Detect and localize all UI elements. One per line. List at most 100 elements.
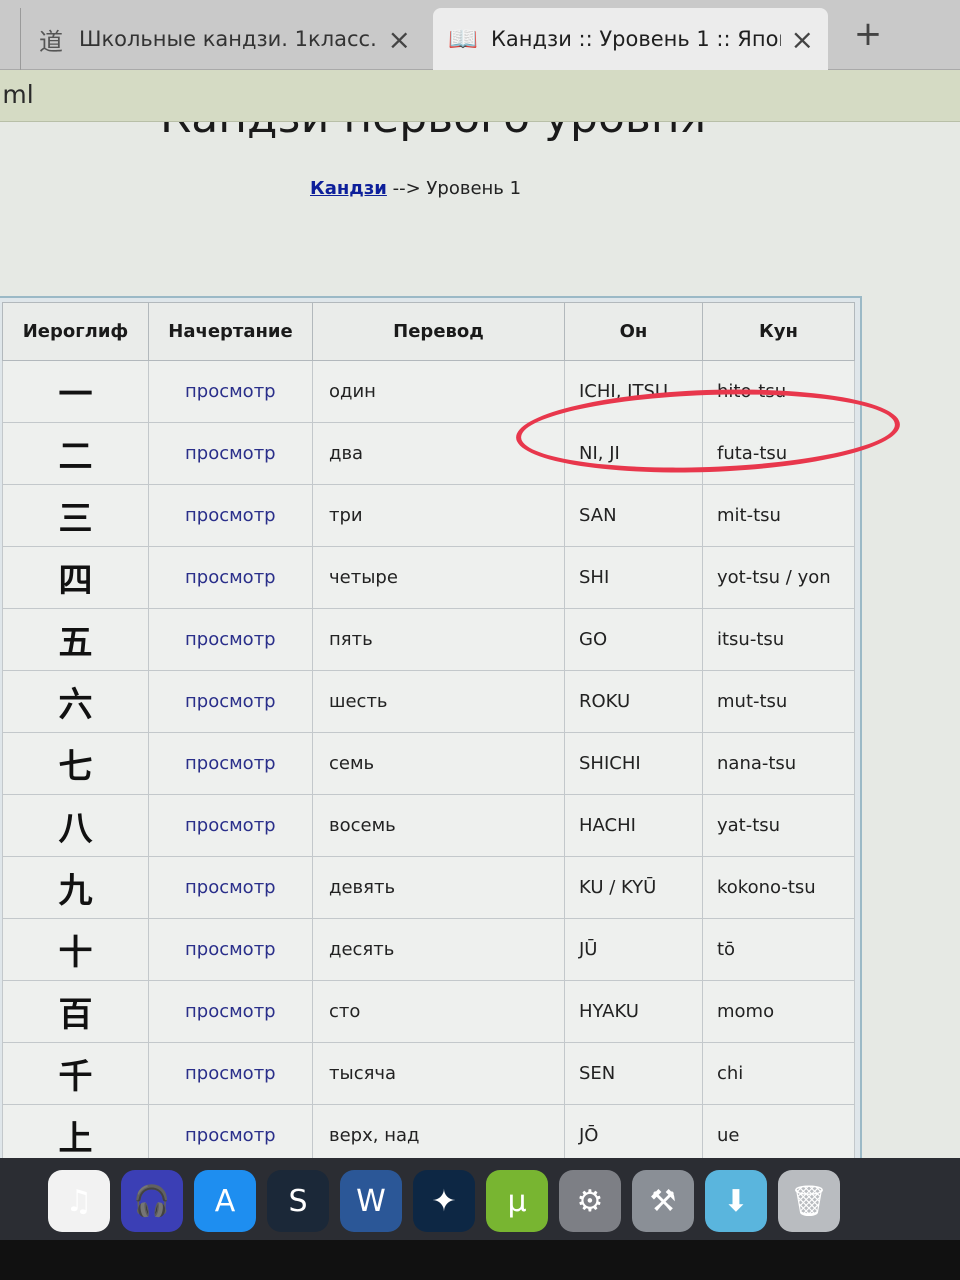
tab-kanji-level-1[interactable]: 📖 Кандзи :: Уровень 1 :: Японски × [433,8,828,70]
header-kun-reading: Кун [702,302,855,361]
kanji-table-container: Иероглиф Начертание Перевод Он Кун 一 прос… [0,296,862,1162]
view-cell: просмотр [148,732,313,795]
trash-icon[interactable]: 🗑 [778,1170,840,1232]
header-writing: Начертание [148,302,313,361]
breadcrumb: Кандзи --> Уровень 1 [310,178,521,199]
view-link[interactable]: просмотр [185,753,276,774]
view-link[interactable]: просмотр [185,443,276,464]
kanji-table: Иероглиф Начертание Перевод Он Кун 一 прос… [2,302,855,1162]
translation-cell: тысяча [312,1042,565,1105]
table-header-row: Иероглиф Начертание Перевод Он Кун [2,302,855,361]
table-row: 九 просмотр девять KU / KYŪ kokono-tsu [2,856,855,919]
kun-reading-cell: hito-tsu [702,360,855,423]
kun-reading-cell: chi [702,1042,855,1105]
view-cell: просмотр [148,670,313,733]
breadcrumb-link-kanji[interactable]: Кандзи [310,178,387,199]
kanji-cell: 三 [2,484,149,547]
kun-reading-cell: nana-tsu [702,732,855,795]
translation-cell: три [312,484,565,547]
table-body: 一 просмотр один ICHI, ITSU hito-tsu 二 просмотр… [2,360,855,1162]
book-icon: 📖 [448,25,478,53]
table-row: 千 просмотр тысяча SEN chi [2,1042,855,1105]
table-row: 上 просмотр верх, над JŌ ue [2,1104,855,1162]
address-text[interactable]: :ml [0,80,34,109]
translation-cell: четыре [312,546,565,609]
on-reading-cell: JŪ [564,918,703,981]
kun-reading-cell: mit-tsu [702,484,855,547]
view-cell: просмотр [148,1042,313,1105]
kanji-cell: 上 [2,1104,149,1162]
header-translation: Перевод [312,302,565,361]
kun-reading-cell: kokono-tsu [702,856,855,919]
view-link[interactable]: просмотр [185,691,276,712]
table-row: 七 просмотр семь SHICHI nana-tsu [2,732,855,795]
view-cell: просмотр [148,856,313,919]
tab-title: Школьные кандзи. 1класс. Пе [79,27,378,51]
new-tab-button[interactable]: + [848,14,888,54]
table-row: 十 просмотр десять JŪ tō [2,918,855,981]
kanji-cell: 四 [2,546,149,609]
translation-cell: семь [312,732,565,795]
translation-cell: два [312,422,565,485]
view-link[interactable]: просмотр [185,877,276,898]
translation-cell: восемь [312,794,565,857]
breadcrumb-current: --> Уровень 1 [386,178,522,199]
kanji-cell: 六 [2,670,149,733]
kanji-cell: 五 [2,608,149,671]
system-preferences-icon[interactable]: ⚙ [559,1170,621,1232]
kanji-cell: 一 [2,360,149,423]
drill-app-icon[interactable]: ⚒ [632,1170,694,1232]
utorrent-icon[interactable]: µ [486,1170,548,1232]
view-link[interactable]: просмотр [185,939,276,960]
tab-bar: 道 Школьные кандзи. 1класс. Пе × 📖 Кандзи… [0,0,960,70]
view-link[interactable]: просмотр [185,567,276,588]
music-icon[interactable]: ♫ [48,1170,110,1232]
view-link[interactable]: просмотр [185,629,276,650]
table-row: 三 просмотр три SAN mit-tsu [2,484,855,547]
steam-icon[interactable]: S [267,1170,329,1232]
kanji-cell: 百 [2,980,149,1043]
on-reading-cell: SAN [564,484,703,547]
translation-cell: девять [312,856,565,919]
tab-school-kanji[interactable]: 道 Школьные кандзи. 1класс. Пе × [20,8,425,70]
on-reading-cell: ROKU [564,670,703,733]
on-reading-cell: SHICHI [564,732,703,795]
kanji-cell: 八 [2,794,149,857]
kun-reading-cell: itsu-tsu [702,608,855,671]
app-store-icon[interactable]: A [194,1170,256,1232]
kun-reading-cell: yat-tsu [702,794,855,857]
table-row: 一 просмотр один ICHI, ITSU hito-tsu [2,360,855,423]
kun-reading-cell: ue [702,1104,855,1162]
view-cell: просмотр [148,484,313,547]
kanji-cell: 七 [2,732,149,795]
kanji-cell: 二 [2,422,149,485]
page-content: Кандзи первого уровня Кандзи --> Уровень… [0,122,960,1162]
view-link[interactable]: просмотр [185,505,276,526]
view-link[interactable]: просмотр [185,1125,276,1146]
view-link[interactable]: просмотр [185,381,276,402]
address-bar[interactable]: :ml [0,70,960,122]
view-cell: просмотр [148,980,313,1043]
view-link[interactable]: просмотр [185,1001,276,1022]
on-reading-cell: SHI [564,546,703,609]
table-row: 四 просмотр четыре SHI yot-tsu / yon [2,546,855,609]
view-link[interactable]: просмотр [185,1063,276,1084]
dock: ♫ 🎧 A S W ✦ µ ⚙ ⚒ ⬇ 🗑 [0,1158,960,1240]
downloads-folder-icon[interactable]: ⬇ [705,1170,767,1232]
translation-cell: один [312,360,565,423]
translation-cell: сто [312,980,565,1043]
kanji-cell: 十 [2,918,149,981]
close-tab-icon[interactable]: × [791,23,814,56]
table-row: 二 просмотр два NI, JI futa-tsu [2,422,855,485]
close-tab-icon[interactable]: × [388,23,411,56]
word-icon[interactable]: W [340,1170,402,1232]
translation-cell: верх, над [312,1104,565,1162]
kun-reading-cell: mut-tsu [702,670,855,733]
table-row: 八 просмотр восемь HACHI yat-tsu [2,794,855,857]
favicon-icon: 道 [39,27,63,56]
view-link[interactable]: просмотр [185,815,276,836]
translation-cell: десять [312,918,565,981]
battle-net-icon[interactable]: ✦ [413,1170,475,1232]
table-row: 五 просмотр пять GO itsu-tsu [2,608,855,671]
audio-app-icon[interactable]: 🎧 [121,1170,183,1232]
